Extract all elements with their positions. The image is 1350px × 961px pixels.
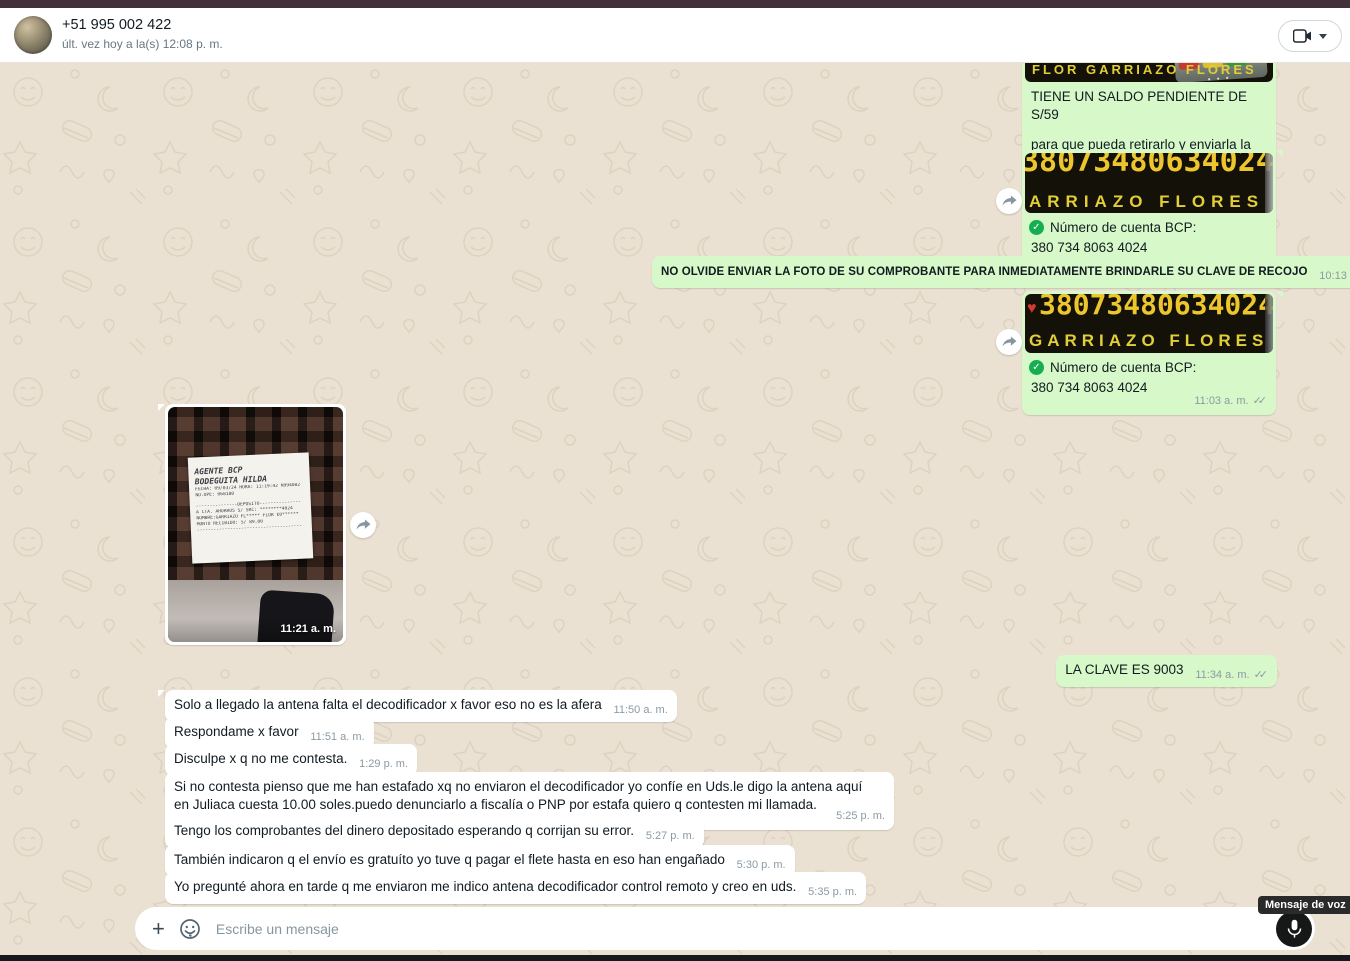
message-input[interactable] xyxy=(214,920,1315,938)
message-time: 11:03 a. m. xyxy=(1194,395,1248,407)
voice-message-button[interactable] xyxy=(1276,911,1312,947)
card-account-digits: 38073480634024 xyxy=(1025,153,1273,171)
attached-image-account-number[interactable]: 38073480634024 ARRIAZO FLORES xyxy=(1025,153,1273,213)
message-text: Yo pregunté ahora en tarde q me enviaron… xyxy=(174,879,796,894)
contact-avatar[interactable] xyxy=(14,16,52,54)
green-check-icon: ✓ xyxy=(1029,360,1044,375)
message-text: NO OLVIDE ENVIAR LA FOTO DE SU COMPROBAN… xyxy=(661,266,1308,278)
video-camera-icon xyxy=(1293,29,1312,43)
attached-image-account-number[interactable]: ♥ 38073480634024 GARRIAZO FLORES xyxy=(1025,294,1273,353)
message-time: 5:27 p. m. xyxy=(646,830,695,842)
attach-plus-icon[interactable]: + xyxy=(152,918,165,940)
contact-name[interactable]: +51 995 002 422 xyxy=(62,17,171,33)
message-time: 11:50 a. m. xyxy=(614,704,668,716)
taskbar-edge xyxy=(0,955,1350,961)
message-time: 1:29 p. m. xyxy=(359,758,408,770)
green-check-icon: ✓ xyxy=(1029,220,1044,235)
forward-icon[interactable] xyxy=(996,329,1022,355)
message-time: 10:13 a. m. xyxy=(1319,270,1350,282)
card-holder-name: FLOR GARRIAZO FLORES xyxy=(1032,62,1257,79)
card-edge-graphic xyxy=(1265,294,1273,353)
message-text: Si no contesta pienso que me han estafad… xyxy=(174,779,862,812)
message-time: 11:51 a. m. xyxy=(310,731,364,743)
emoji-icon[interactable] xyxy=(178,917,202,941)
message-text: Disculpe x q no me contesta. xyxy=(174,751,347,766)
chat-header: +51 995 002 422 últ. vez hoy a la(s) 12:… xyxy=(0,8,1350,63)
card-holder-name: ARRIAZO FLORES xyxy=(1029,193,1264,211)
message-text: Tengo los comprobantes del dinero deposi… xyxy=(174,823,634,838)
message-composer: + xyxy=(135,907,1315,950)
message-outgoing: ♥ 38073480634024 GARRIAZO FLORES ✓ Númer… xyxy=(1022,291,1276,415)
contact-last-seen: últ. vez hoy a la(s) 12:08 p. m. xyxy=(62,37,223,51)
window-title-bar xyxy=(0,0,1350,8)
whatsapp-window: +51 995 002 422 últ. vez hoy a la(s) 12:… xyxy=(0,0,1350,961)
chat-area: • • • FLOR GARRIAZO FLORES TIENE UN SALD… xyxy=(0,62,1350,955)
message-time: 11:21 a. m. xyxy=(280,620,336,638)
caption-text: Número de cuenta BCP: xyxy=(1050,359,1196,377)
card-holder-name: GARRIAZO FLORES xyxy=(1029,332,1268,350)
caption-text: Número de cuenta BCP: xyxy=(1050,219,1196,237)
microphone-icon xyxy=(1287,919,1302,939)
message-outgoing: LA CLAVE ES 9003 11:34 a. m. ✓✓ xyxy=(1056,655,1277,687)
chevron-down-icon xyxy=(1319,34,1327,39)
message-text: Solo a llegado la antena falta el decodi… xyxy=(174,697,602,712)
message-text: Respondame x favor xyxy=(174,724,299,739)
heart-icon: ♥ xyxy=(1027,300,1037,318)
message-time: 11:34 a. m. xyxy=(1195,669,1249,681)
message-incoming: Tengo los comprobantes del dinero deposi… xyxy=(165,816,704,848)
forward-icon[interactable] xyxy=(350,512,376,538)
message-outgoing: NO OLVIDE ENVIAR LA FOTO DE SU COMPROBAN… xyxy=(652,256,1350,288)
message-time: 5:35 p. m. xyxy=(808,886,857,898)
receipt-paper: AGENTE BCP BODEGUITA HILDA FECHA: 09/03/… xyxy=(188,452,314,563)
receipt-photo-image[interactable]: AGENTE BCP BODEGUITA HILDA FECHA: 09/03/… xyxy=(168,407,343,642)
card-edge-graphic xyxy=(1265,153,1273,213)
video-call-button[interactable] xyxy=(1278,20,1342,52)
message-text: También indicaron q el envío es gratuíto… xyxy=(174,852,725,867)
message-time: 5:25 p. m. xyxy=(836,810,885,822)
delivered-ticks-icon: ✓✓ xyxy=(1253,395,1267,407)
voice-message-tooltip: Mensaje de voz xyxy=(1258,896,1350,914)
message-incoming: Yo pregunté ahora en tarde q me enviaron… xyxy=(165,872,866,904)
message-time: 5:30 p. m. xyxy=(737,859,786,871)
delivered-ticks-icon: ✓✓ xyxy=(1254,669,1268,681)
message-text: LA CLAVE ES 9003 xyxy=(1065,662,1183,677)
card-account-digits: 38073480634024 xyxy=(1039,296,1273,314)
message-incoming: AGENTE BCP BODEGUITA HILDA FECHA: 09/03/… xyxy=(165,404,346,645)
forward-icon[interactable] xyxy=(996,188,1022,214)
attached-image-card-name[interactable]: • • • FLOR GARRIAZO FLORES xyxy=(1025,62,1273,82)
message-text: TIENE UN SALDO PENDIENTE DE S/59 xyxy=(1031,88,1267,124)
